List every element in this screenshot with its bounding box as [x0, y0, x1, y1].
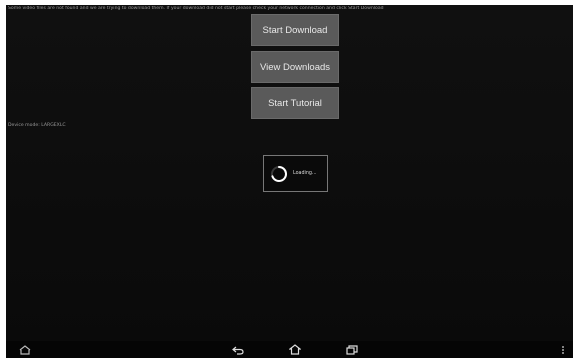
- home-icon[interactable]: [289, 344, 301, 355]
- home-left-icon[interactable]: [19, 344, 31, 355]
- start-download-button[interactable]: Start Download: [251, 14, 339, 46]
- download-notice: Some video files are not found and we ar…: [8, 6, 384, 11]
- loading-text: Loading...: [293, 171, 317, 176]
- recent-apps-icon[interactable]: [346, 344, 358, 355]
- loading-dialog: Loading...: [263, 155, 328, 192]
- system-navigation-bar: [6, 341, 573, 358]
- back-icon[interactable]: [232, 344, 244, 355]
- start-tutorial-button[interactable]: Start Tutorial: [251, 87, 339, 119]
- loading-spinner-icon: [270, 165, 288, 183]
- view-downloads-button[interactable]: View Downloads: [251, 51, 339, 83]
- menu-icon[interactable]: [557, 344, 569, 355]
- app-screen: Some video files are not found and we ar…: [6, 5, 573, 358]
- device-mode-label: Device mode: LARGEXLC: [8, 123, 66, 128]
